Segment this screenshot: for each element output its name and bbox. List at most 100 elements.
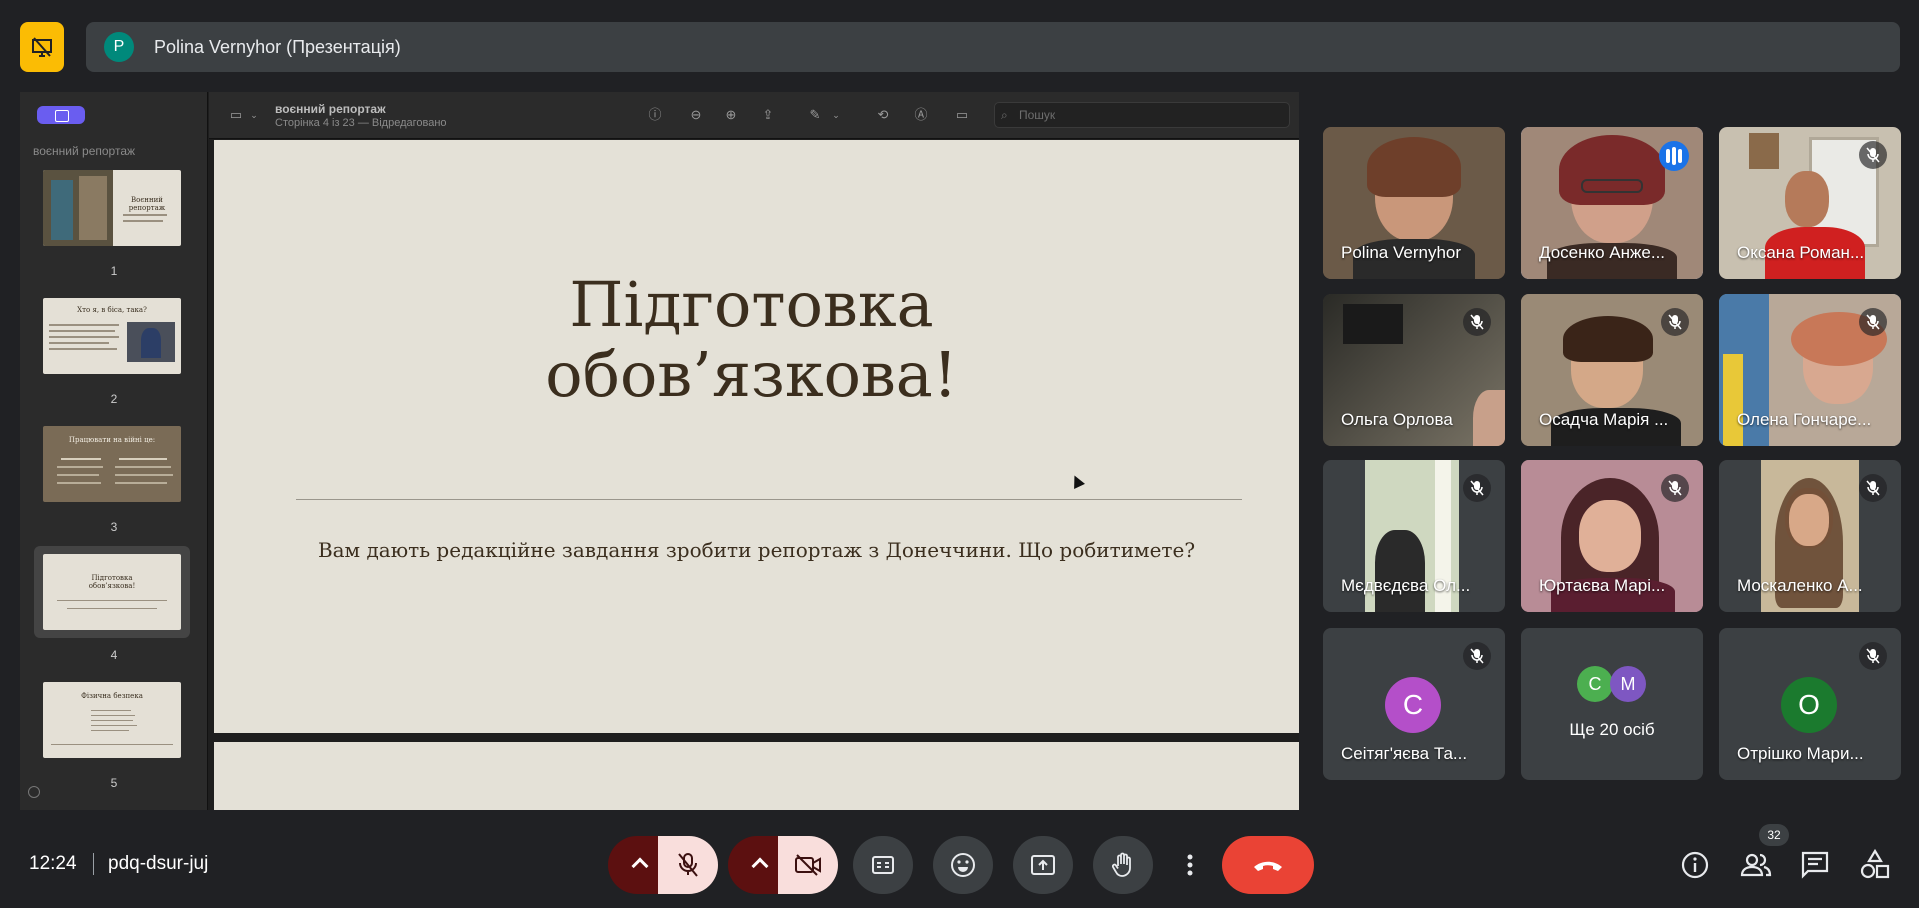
muted-mic-icon [1859,308,1887,336]
thumbnail-number: 5 [110,776,118,790]
thumbnail-title: Хто я, в біса, така? [77,306,147,314]
thumbnail-number: 4 [110,648,118,662]
presenter-avatar: P [104,32,134,62]
people-button[interactable] [1738,847,1774,883]
people-count-badge: 32 [1759,824,1789,846]
chevron-down-icon[interactable]: ⌄ [245,106,263,124]
rotate-icon[interactable]: ⟲ [874,106,892,124]
chevron-down-icon[interactable]: ⌄ [827,106,845,124]
participant-tile[interactable]: Оксана Роман... [1719,127,1901,279]
muted-mic-icon [1463,642,1491,670]
participant-tile[interactable]: Юртаєва Марі... [1521,460,1703,612]
speaking-indicator-icon [1659,141,1689,171]
meeting-details-button[interactable] [1677,847,1713,883]
preview-sidebar: воєнний репортаж Воєнний репортаж 1 Хто … [20,92,208,810]
hang-up-icon [1254,861,1282,871]
thumbnail-2[interactable]: Хто я, в біса, така? [34,290,190,382]
muted-mic-icon [1859,642,1887,670]
pen-icon[interactable]: ✎ [806,106,824,124]
sidebar-view-toggle[interactable] [37,106,85,124]
divider [93,853,94,875]
presentation-icon[interactable] [20,22,64,72]
search-field[interactable]: ⌕ Пошук [994,102,1290,128]
reactions-button[interactable] [933,836,993,894]
document-title: воєнний репортаж [275,102,386,116]
thumbnail-title: Воєнний репортаж [128,196,166,212]
participant-tile[interactable]: Олена Гончаре... [1719,294,1901,446]
thumbnail-1[interactable]: Воєнний репортаж [34,162,190,254]
thumbnail-title: Фізична безпека [81,692,143,700]
slide-body: Вам дають редакційне завдання зробити ре… [317,538,1196,562]
people-icon [1740,853,1772,877]
next-slide-edge [214,742,1299,810]
zoom-out-icon[interactable]: ⊖ [687,106,705,124]
muted-mic-icon [1661,474,1689,502]
participant-tile-active-speaker[interactable]: Досенко Анже... [1521,127,1703,279]
leave-call-button[interactable] [1222,836,1314,894]
sidebar-doc-title: воєнний репортаж [33,144,136,158]
muted-mic-icon [1463,308,1491,336]
activities-button[interactable] [1857,847,1893,883]
more-vert-icon [1187,854,1193,876]
participant-name: Polina Vernyhor [1341,243,1462,262]
meet-window: P Polina Vernyhor (Презентація) воєнний … [0,0,1919,908]
thumbnail-title: Працювати на війні це: [68,436,156,444]
participant-avatar: М [1610,666,1646,702]
participant-tile[interactable]: Мєдвєдєва Ол... [1323,460,1505,612]
slide-canvas: Підготовка обов’язкова! Вам дають редакц… [214,140,1299,733]
participant-tile[interactable]: С Сеітяг'яєва Та... [1323,628,1505,780]
muted-mic-icon [1661,308,1689,336]
microphone-toggle-button[interactable] [658,836,718,894]
participant-name: Олена Гончаре... [1737,410,1872,429]
chat-icon [1801,851,1829,879]
presenter-label: Polina Vernyhor (Презентація) [154,36,401,57]
captions-button[interactable] [853,836,913,894]
preview-toolbar: ▭ ⌄ воєнний репортаж Сторінка 4 із 23 — … [209,92,1299,139]
meeting-time: 12:24 [29,853,77,874]
zoom-in-icon[interactable]: ⊕ [722,106,740,124]
more-participants-label: Ще 20 осіб [1569,720,1655,739]
participant-avatar: С [1385,677,1441,733]
add-page-icon[interactable] [28,786,40,798]
more-options-button[interactable] [1173,836,1207,894]
raise-hand-icon [1112,852,1131,877]
form-fill-icon[interactable]: ▭ [953,106,971,124]
participant-tile[interactable]: Осадча Марія ... [1521,294,1703,446]
share-icon[interactable]: ⇪ [759,106,777,124]
participant-name: Досенко Анже... [1539,243,1666,262]
present-screen-button[interactable] [1013,836,1073,894]
mic-off-icon [678,853,698,877]
document-subtitle: Сторінка 4 із 23 — Відредаговано [275,117,447,129]
thumbnail-5[interactable]: Фізична безпека [34,674,190,766]
participant-name: Москаленко А... [1737,576,1863,595]
sidebar-toggle-icon[interactable]: ▭ [227,106,245,124]
thumbnail-number: 2 [110,392,118,406]
participant-avatar: С [1577,666,1613,702]
chevron-up-icon [631,857,649,875]
thumbnail-4[interactable]: Підготовка обов’язкова! [34,546,190,638]
participant-name: Ольга Орлова [1341,410,1453,429]
search-placeholder: Пошук [1019,108,1056,122]
present-screen-icon [1031,855,1055,875]
markup-icon[interactable]: Ⓐ [912,106,930,124]
search-icon: ⌕ [1001,108,1008,122]
shared-screen: воєнний репортаж Воєнний репортаж 1 Хто … [20,92,1299,810]
presenter-banner: P Polina Vernyhor (Презентація) [86,22,1900,72]
raise-hand-button[interactable] [1093,836,1153,894]
thumbnail-number: 1 [110,264,118,278]
more-participants-tile[interactable]: С М Ще 20 осіб [1521,628,1703,780]
info-icon[interactable]: ⓘ [646,106,664,124]
camera-toggle-button[interactable] [778,836,838,894]
camera-off-icon [795,854,821,876]
thumbnail-3[interactable]: Працювати на війні це: [34,418,190,510]
participant-tile[interactable]: Polina Vernyhor [1323,127,1505,279]
meeting-code: pdq-dsur-juj [108,853,209,874]
muted-mic-icon [1463,474,1491,502]
participant-name: Юртаєва Марі... [1539,576,1666,595]
participant-tile[interactable]: Ольга Орлова [1323,294,1505,446]
participant-tile[interactable]: Москаленко А... [1719,460,1901,612]
chat-button[interactable] [1797,847,1833,883]
emoji-icon [951,853,975,877]
participant-name: Мєдвєдєва Ол... [1341,576,1471,595]
participant-tile[interactable]: О Отрішко Мари... [1719,628,1901,780]
